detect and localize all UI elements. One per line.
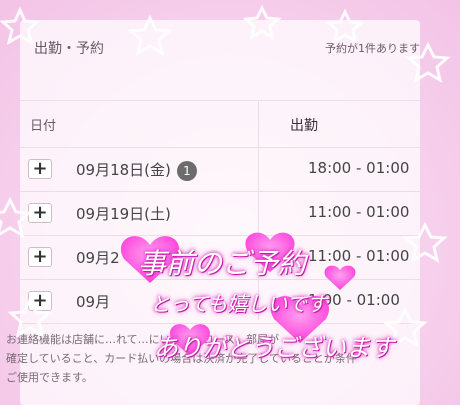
- overlay-message-line3: ありがとうございます: [154, 334, 394, 362]
- section-title: 出勤・予約: [34, 41, 104, 57]
- row-date: 09月18日(金) 1: [76, 159, 197, 181]
- reservation-badge: 1: [176, 160, 197, 181]
- row-date: 09月19日(土): [76, 205, 171, 223]
- table-row: + 09月18日(金) 1 18:00 - 01:00: [20, 147, 420, 192]
- row-time: 11:00 - 01:00: [308, 203, 410, 221]
- expand-plus-button[interactable]: +: [28, 203, 52, 223]
- overlay-message-line1: 事前のご予約: [138, 247, 307, 280]
- column-shift: 出勤: [290, 118, 318, 134]
- table-row: + 09月19日(土) 11:00 - 01:00: [20, 191, 420, 236]
- row-date: 09月: [76, 293, 111, 311]
- expand-plus-button[interactable]: +: [28, 247, 52, 267]
- expand-plus-button[interactable]: +: [28, 159, 52, 179]
- notice-line: ご使用できます。: [6, 371, 93, 384]
- row-date: 09月2: [76, 249, 120, 267]
- overlay-message-line2: とっても嬉しいです: [150, 292, 327, 316]
- table-header: 日付 出勤: [20, 100, 420, 148]
- row-time: 11:00 - 01:00: [308, 247, 410, 265]
- expand-plus-button[interactable]: +: [28, 291, 52, 311]
- row-time: 18:00 - 01:00: [308, 159, 410, 177]
- column-date: 日付: [30, 119, 57, 134]
- reservation-count: 予約が1件あります: [325, 42, 420, 55]
